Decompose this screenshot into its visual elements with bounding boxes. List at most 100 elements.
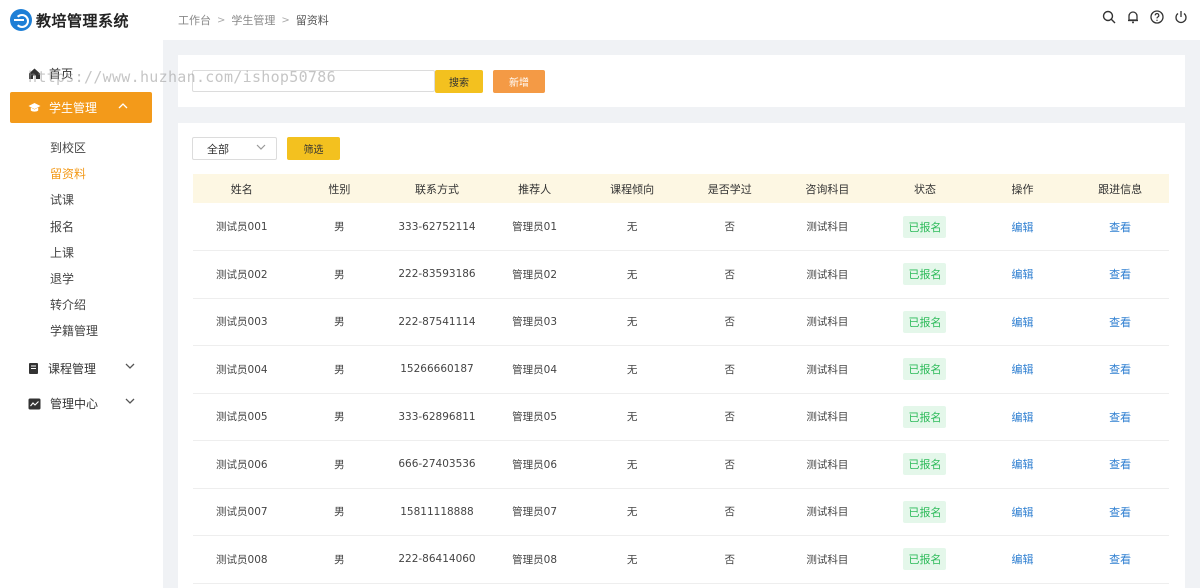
sidebar-item-dropout[interactable]: 退学 <box>50 266 98 292</box>
sidebar-group-admin[interactable]: 管理中心 <box>28 395 143 412</box>
view-link[interactable]: 查看 <box>1109 363 1131 376</box>
sidebar-item-campus[interactable]: 到校区 <box>50 135 98 161</box>
edit-link[interactable]: 编辑 <box>1012 506 1034 519</box>
table-cell: 15811118888 <box>388 488 486 536</box>
cell-phone: 15266660187 <box>400 363 474 376</box>
sidebar-item-home[interactable]: 首页 <box>0 60 163 86</box>
table-cell: 男 <box>290 488 389 536</box>
edit-link[interactable]: 编辑 <box>1012 316 1034 329</box>
cell-referrer: 管理员07 <box>512 506 558 519</box>
cell-tendency: 无 <box>626 458 638 471</box>
table-cell: 测试科目 <box>778 535 877 584</box>
cell-referrer: 管理员05 <box>512 411 558 424</box>
table-panel: 全部 筛选 姓名 性别 联系方式 推荐人 课程倾向 是否学过 咨询科目 状态 操… <box>178 123 1185 588</box>
sidebar-item-leads[interactable]: 留资料 <box>50 161 98 187</box>
cell-learned: 否 <box>724 221 736 233</box>
table-cell: 已报名 <box>876 345 974 394</box>
sidebar-group-course[interactable]: 课程管理 <box>28 360 143 377</box>
cell-tendency: 无 <box>626 506 638 519</box>
sidebar-group-student[interactable]: 学生管理 <box>10 92 152 123</box>
table-cell: 查看 <box>1071 250 1169 299</box>
cell-tendency: 无 <box>626 411 638 424</box>
breadcrumb-item[interactable]: 学生管理 <box>231 12 275 28</box>
sidebar-item-registry[interactable]: 学籍管理 <box>50 318 98 344</box>
search-panel: 搜索 新增 <box>178 55 1185 107</box>
chevron-right-icon: > <box>281 14 290 26</box>
table-cell: 测试员004 <box>193 345 291 394</box>
table-cell: 查看 <box>1071 535 1169 584</box>
cell-subject: 测试科目 <box>806 221 849 233</box>
cell-gender: 男 <box>334 316 345 329</box>
view-link[interactable]: 查看 <box>1109 506 1131 519</box>
column-header: 性别 <box>290 174 389 203</box>
cell-learned: 否 <box>724 458 736 471</box>
power-icon[interactable] <box>1174 10 1188 24</box>
search-icon[interactable] <box>1102 10 1116 24</box>
table-cell: 管理员03 <box>485 298 584 346</box>
top-header: 教培管理系统 工作台 > 学生管理 > 留资料 <box>0 0 1200 40</box>
sidebar-item-trial[interactable]: 试课 <box>50 187 98 213</box>
table-cell: 否 <box>680 535 779 584</box>
view-link[interactable]: 查看 <box>1109 411 1131 424</box>
column-header: 姓名 <box>193 174 291 203</box>
sidebar-item-enroll[interactable]: 报名 <box>50 214 98 240</box>
table-cell: 否 <box>680 250 779 299</box>
table-cell: 已报名 <box>876 298 974 346</box>
view-link[interactable]: 查看 <box>1109 316 1131 329</box>
bell-icon[interactable] <box>1126 10 1140 24</box>
chevron-down-icon <box>256 144 266 150</box>
sidebar-submenu: 到校区 留资料 试课 报名 上课 退学 转介绍 学籍管理 <box>50 135 98 345</box>
table-cell: 编辑 <box>973 535 1072 584</box>
table-cell: 333-62752114 <box>388 203 486 251</box>
edit-link[interactable]: 编辑 <box>1012 268 1034 281</box>
help-icon[interactable] <box>1150 10 1164 24</box>
table-cell: 已报名 <box>876 250 974 299</box>
cell-gender: 男 <box>334 411 345 424</box>
edit-link[interactable]: 编辑 <box>1012 221 1034 234</box>
cell-phone: 333-62896811 <box>398 410 476 423</box>
cell-name: 测试员001 <box>216 221 268 233</box>
cell-name: 测试员008 <box>216 553 268 566</box>
edit-link[interactable]: 编辑 <box>1012 458 1034 471</box>
table-cell: 查看 <box>1071 488 1169 536</box>
table-cell: 管理员06 <box>485 440 584 489</box>
table-row: 测试员005 男 333-62896811 管理员05 无 否 测试科目 已报名 编辑 查看 <box>193 393 1169 441</box>
view-link[interactable]: 查看 <box>1109 221 1131 234</box>
breadcrumb-item[interactable]: 工作台 <box>178 12 211 28</box>
status-select[interactable]: 全部 <box>192 137 277 160</box>
add-button[interactable]: 新增 <box>493 70 545 93</box>
cell-gender: 男 <box>334 221 345 233</box>
table-cell: 测试科目 <box>778 488 877 536</box>
graduation-cap-icon <box>28 102 41 112</box>
edit-link[interactable]: 编辑 <box>1012 411 1034 424</box>
view-link[interactable]: 查看 <box>1109 553 1131 566</box>
cell-name: 测试员003 <box>216 316 268 329</box>
search-input[interactable] <box>192 70 435 92</box>
edit-link[interactable]: 编辑 <box>1012 553 1034 566</box>
cell-subject: 测试科目 <box>806 316 849 329</box>
table-cell: 15266660187 <box>388 345 486 394</box>
cell-subject: 测试科目 <box>806 363 849 376</box>
view-link[interactable]: 查看 <box>1109 268 1131 281</box>
app-title: 教培管理系统 <box>36 11 130 30</box>
cell-tendency: 无 <box>626 268 638 281</box>
cell-phone: 15811118888 <box>400 505 474 518</box>
table-cell: 否 <box>680 345 779 394</box>
table-cell: 已报名 <box>876 535 974 584</box>
filter-button[interactable]: 筛选 <box>287 137 340 160</box>
sidebar: 首页 学生管理 到校区 留资料 试课 报名 上课 退学 转介绍 学籍管理 课程管… <box>0 40 163 588</box>
sidebar-item-referral[interactable]: 转介绍 <box>50 292 98 318</box>
cell-subject: 测试科目 <box>806 553 849 566</box>
view-link[interactable]: 查看 <box>1109 458 1131 471</box>
table-cell: 333-62896811 <box>388 393 486 441</box>
sidebar-item-class[interactable]: 上课 <box>50 240 98 266</box>
brand[interactable]: 教培管理系统 <box>0 9 163 31</box>
cell-referrer: 管理员01 <box>512 221 558 233</box>
table-cell: 编辑 <box>973 345 1072 394</box>
edit-link[interactable]: 编辑 <box>1012 363 1034 376</box>
table-cell: 已报名 <box>876 393 974 441</box>
search-button[interactable]: 搜索 <box>435 70 483 93</box>
table-cell: 编辑 <box>973 203 1072 251</box>
select-value: 全部 <box>207 142 229 156</box>
sidebar-group-label: 学生管理 <box>49 101 98 115</box>
